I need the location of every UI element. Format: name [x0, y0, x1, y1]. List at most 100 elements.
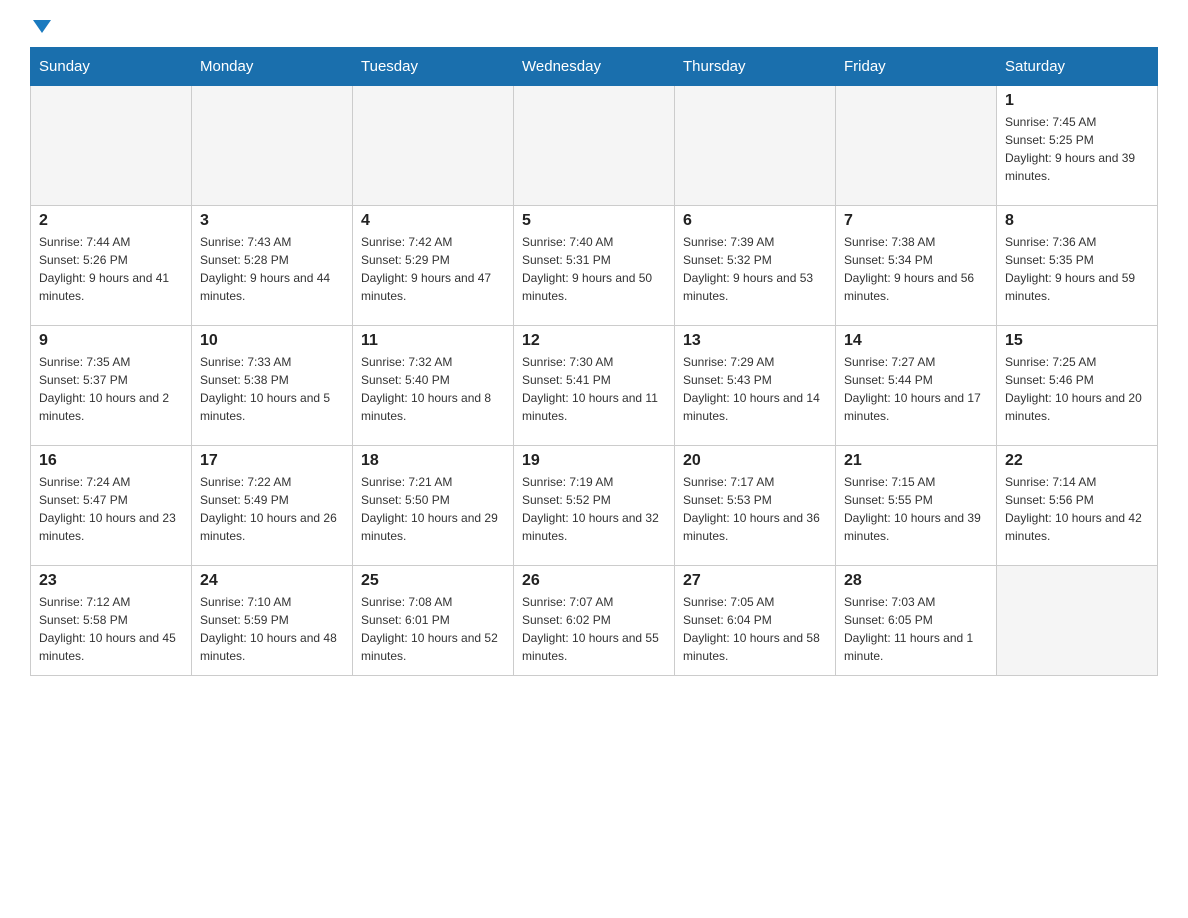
- weekday-header-wednesday: Wednesday: [514, 48, 675, 86]
- calendar-table: SundayMondayTuesdayWednesdayThursdayFrid…: [30, 47, 1158, 676]
- calendar-cell: 1 Sunrise: 7:45 AM Sunset: 5:25 PM Daylig…: [997, 86, 1158, 206]
- calendar-cell: [675, 86, 836, 206]
- day-number: 15: [1005, 332, 1149, 350]
- day-info: Sunrise: 7:19 AM Sunset: 5:52 PM Dayligh…: [522, 473, 666, 545]
- calendar-cell: 22 Sunrise: 7:14 AM Sunset: 5:56 PM Dayli…: [997, 446, 1158, 566]
- day-number: 19: [522, 452, 666, 470]
- day-info: Sunrise: 7:38 AM Sunset: 5:34 PM Dayligh…: [844, 233, 988, 305]
- calendar-cell: 8 Sunrise: 7:36 AM Sunset: 5:35 PM Daylig…: [997, 206, 1158, 326]
- day-info: Sunrise: 7:27 AM Sunset: 5:44 PM Dayligh…: [844, 353, 988, 425]
- calendar-cell: 7 Sunrise: 7:38 AM Sunset: 5:34 PM Daylig…: [836, 206, 997, 326]
- calendar-cell: 23 Sunrise: 7:12 AM Sunset: 5:58 PM Dayli…: [31, 566, 192, 676]
- calendar-cell: [997, 566, 1158, 676]
- calendar-week-row: 1 Sunrise: 7:45 AM Sunset: 5:25 PM Daylig…: [31, 86, 1158, 206]
- day-number: 5: [522, 212, 666, 230]
- day-info: Sunrise: 7:35 AM Sunset: 5:37 PM Dayligh…: [39, 353, 183, 425]
- calendar-cell: 24 Sunrise: 7:10 AM Sunset: 5:59 PM Dayli…: [192, 566, 353, 676]
- calendar-week-row: 23 Sunrise: 7:12 AM Sunset: 5:58 PM Dayli…: [31, 566, 1158, 676]
- day-info: Sunrise: 7:24 AM Sunset: 5:47 PM Dayligh…: [39, 473, 183, 545]
- day-number: 4: [361, 212, 505, 230]
- day-number: 11: [361, 332, 505, 350]
- logo: [30, 20, 51, 35]
- day-info: Sunrise: 7:15 AM Sunset: 5:55 PM Dayligh…: [844, 473, 988, 545]
- day-info: Sunrise: 7:12 AM Sunset: 5:58 PM Dayligh…: [39, 593, 183, 665]
- calendar-cell: 9 Sunrise: 7:35 AM Sunset: 5:37 PM Daylig…: [31, 326, 192, 446]
- day-number: 16: [39, 452, 183, 470]
- weekday-header-saturday: Saturday: [997, 48, 1158, 86]
- weekday-header-tuesday: Tuesday: [353, 48, 514, 86]
- weekday-header-thursday: Thursday: [675, 48, 836, 86]
- day-info: Sunrise: 7:29 AM Sunset: 5:43 PM Dayligh…: [683, 353, 827, 425]
- calendar-cell: 10 Sunrise: 7:33 AM Sunset: 5:38 PM Dayli…: [192, 326, 353, 446]
- weekday-header-sunday: Sunday: [31, 48, 192, 86]
- calendar-cell: 19 Sunrise: 7:19 AM Sunset: 5:52 PM Dayli…: [514, 446, 675, 566]
- day-number: 9: [39, 332, 183, 350]
- day-info: Sunrise: 7:14 AM Sunset: 5:56 PM Dayligh…: [1005, 473, 1149, 545]
- day-number: 24: [200, 572, 344, 590]
- weekday-header-monday: Monday: [192, 48, 353, 86]
- calendar-cell: 12 Sunrise: 7:30 AM Sunset: 5:41 PM Dayli…: [514, 326, 675, 446]
- day-info: Sunrise: 7:22 AM Sunset: 5:49 PM Dayligh…: [200, 473, 344, 545]
- day-number: 12: [522, 332, 666, 350]
- calendar-week-row: 9 Sunrise: 7:35 AM Sunset: 5:37 PM Daylig…: [31, 326, 1158, 446]
- calendar-cell: 21 Sunrise: 7:15 AM Sunset: 5:55 PM Dayli…: [836, 446, 997, 566]
- calendar-week-row: 16 Sunrise: 7:24 AM Sunset: 5:47 PM Dayli…: [31, 446, 1158, 566]
- calendar-cell: [353, 86, 514, 206]
- logo-general-text: [30, 20, 51, 35]
- calendar-cell: [192, 86, 353, 206]
- day-info: Sunrise: 7:43 AM Sunset: 5:28 PM Dayligh…: [200, 233, 344, 305]
- day-info: Sunrise: 7:39 AM Sunset: 5:32 PM Dayligh…: [683, 233, 827, 305]
- calendar-cell: 11Sunrise: 7:32 AM Sunset: 5:40 PM Dayli…: [353, 326, 514, 446]
- day-info: Sunrise: 7:45 AM Sunset: 5:25 PM Dayligh…: [1005, 113, 1149, 185]
- day-info: Sunrise: 7:08 AM Sunset: 6:01 PM Dayligh…: [361, 593, 505, 665]
- day-info: Sunrise: 7:05 AM Sunset: 6:04 PM Dayligh…: [683, 593, 827, 665]
- calendar-cell: 5 Sunrise: 7:40 AM Sunset: 5:31 PM Daylig…: [514, 206, 675, 326]
- day-number: 28: [844, 572, 988, 590]
- day-number: 21: [844, 452, 988, 470]
- calendar-cell: 2 Sunrise: 7:44 AM Sunset: 5:26 PM Daylig…: [31, 206, 192, 326]
- day-info: Sunrise: 7:25 AM Sunset: 5:46 PM Dayligh…: [1005, 353, 1149, 425]
- day-number: 26: [522, 572, 666, 590]
- calendar-cell: 13 Sunrise: 7:29 AM Sunset: 5:43 PM Dayli…: [675, 326, 836, 446]
- day-info: Sunrise: 7:36 AM Sunset: 5:35 PM Dayligh…: [1005, 233, 1149, 305]
- page-header: [30, 20, 1158, 35]
- day-number: 7: [844, 212, 988, 230]
- calendar-cell: 4 Sunrise: 7:42 AM Sunset: 5:29 PM Daylig…: [353, 206, 514, 326]
- calendar-cell: 26 Sunrise: 7:07 AM Sunset: 6:02 PM Dayli…: [514, 566, 675, 676]
- weekday-header-friday: Friday: [836, 48, 997, 86]
- day-number: 20: [683, 452, 827, 470]
- calendar-cell: 6 Sunrise: 7:39 AM Sunset: 5:32 PM Daylig…: [675, 206, 836, 326]
- weekday-header-row: SundayMondayTuesdayWednesdayThursdayFrid…: [31, 48, 1158, 86]
- day-info: Sunrise: 7:30 AM Sunset: 5:41 PM Dayligh…: [522, 353, 666, 425]
- day-info: Sunrise: 7:17 AM Sunset: 5:53 PM Dayligh…: [683, 473, 827, 545]
- day-number: 8: [1005, 212, 1149, 230]
- day-number: 10: [200, 332, 344, 350]
- day-number: 6: [683, 212, 827, 230]
- day-info: Sunrise: 7:40 AM Sunset: 5:31 PM Dayligh…: [522, 233, 666, 305]
- day-info: Sunrise: 7:03 AM Sunset: 6:05 PM Dayligh…: [844, 593, 988, 665]
- calendar-cell: 28 Sunrise: 7:03 AM Sunset: 6:05 PM Dayli…: [836, 566, 997, 676]
- calendar-cell: [31, 86, 192, 206]
- day-number: 1: [1005, 92, 1149, 110]
- day-number: 25: [361, 572, 505, 590]
- day-number: 14: [844, 332, 988, 350]
- calendar-cell: [836, 86, 997, 206]
- day-number: 18: [361, 452, 505, 470]
- day-number: 13: [683, 332, 827, 350]
- day-number: 2: [39, 212, 183, 230]
- calendar-cell: 20 Sunrise: 7:17 AM Sunset: 5:53 PM Dayli…: [675, 446, 836, 566]
- day-info: Sunrise: 7:21 AM Sunset: 5:50 PM Dayligh…: [361, 473, 505, 545]
- day-info: Sunrise: 7:10 AM Sunset: 5:59 PM Dayligh…: [200, 593, 344, 665]
- calendar-week-row: 2 Sunrise: 7:44 AM Sunset: 5:26 PM Daylig…: [31, 206, 1158, 326]
- day-number: 23: [39, 572, 183, 590]
- calendar-cell: 14 Sunrise: 7:27 AM Sunset: 5:44 PM Dayli…: [836, 326, 997, 446]
- calendar-cell: 15 Sunrise: 7:25 AM Sunset: 5:46 PM Dayli…: [997, 326, 1158, 446]
- day-number: 22: [1005, 452, 1149, 470]
- day-info: Sunrise: 7:33 AM Sunset: 5:38 PM Dayligh…: [200, 353, 344, 425]
- day-info: Sunrise: 7:44 AM Sunset: 5:26 PM Dayligh…: [39, 233, 183, 305]
- calendar-cell: 17Sunrise: 7:22 AM Sunset: 5:49 PM Dayli…: [192, 446, 353, 566]
- logo-arrow-icon: [33, 20, 51, 33]
- day-number: 3: [200, 212, 344, 230]
- day-info: Sunrise: 7:07 AM Sunset: 6:02 PM Dayligh…: [522, 593, 666, 665]
- day-info: Sunrise: 7:42 AM Sunset: 5:29 PM Dayligh…: [361, 233, 505, 305]
